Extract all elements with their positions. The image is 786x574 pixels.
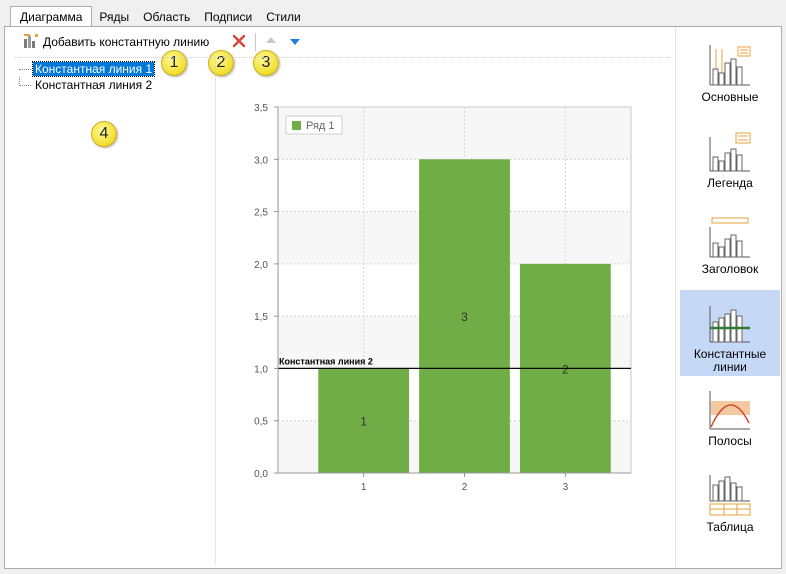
arrow-down-icon — [288, 34, 302, 51]
tab-strip: Диаграмма Ряды Область Подписи Стили — [10, 6, 308, 27]
y-tick-label: 0,5 — [254, 417, 268, 428]
delete-button[interactable] — [231, 31, 247, 53]
strips-chart-icon — [709, 391, 750, 430]
y-tick-label: 3,5 — [254, 103, 268, 114]
delete-icon — [231, 33, 247, 52]
table-chart-icon — [709, 475, 751, 516]
bar-data-label: 2 — [562, 362, 569, 376]
move-down-button[interactable] — [288, 31, 302, 53]
sidebar-item-label: Заголовок — [701, 262, 759, 276]
sidebar-item-constant-lines[interactable]: Константные линии — [680, 290, 780, 376]
y-tick-label: 3,0 — [254, 155, 268, 166]
legend-swatch — [292, 121, 301, 130]
sidebar-item-label: Таблица — [706, 520, 754, 534]
legend-entry: Ряд 1 — [306, 120, 335, 132]
toolbar: Добавить константную линию — [5, 27, 675, 57]
title-chart-icon — [709, 217, 750, 258]
y-tick-label: 1,0 — [254, 364, 268, 375]
constant-lines-tree: Константная линия 1 Константная линия 2 — [15, 61, 156, 93]
tree-item-label: Константная линия 1 — [31, 61, 156, 77]
arrow-up-icon — [264, 34, 278, 51]
y-tick-label: 0,0 — [254, 469, 268, 480]
y-tick-label: 1,5 — [254, 312, 268, 323]
chart-element-sidebar: Основные Легенда Заголовок Константные л… — [675, 27, 781, 568]
sidebar-item-strips[interactable]: Полосы — [680, 377, 780, 463]
tab-labels[interactable]: Подписи — [197, 8, 259, 27]
toolbar-divider — [15, 57, 670, 58]
constant-line-label: Константная линия 2 — [279, 356, 373, 366]
editor-area: Добавить константную линию 1 2 3 4 Конст… — [5, 27, 675, 568]
chart-preview: 0,0 0,5 1,0 1,5 2,0 2,5 3,0 3,5 1 3 2 Константная л… — [254, 103, 632, 493]
tab-series[interactable]: Ряды — [92, 8, 136, 27]
y-tick-label: 2,0 — [254, 260, 268, 271]
sidebar-item-legend[interactable]: Легенда — [680, 119, 780, 205]
legend-chart-icon — [709, 132, 751, 172]
callout-badge-1: 1 — [161, 50, 187, 76]
constant-lines-chart-icon — [709, 306, 750, 343]
x-tick-label: 3 — [563, 482, 569, 493]
sidebar-item-label: Легенда — [707, 176, 753, 190]
sidebar-item-table[interactable]: Таблица — [680, 463, 780, 549]
x-tick-label: 1 — [361, 482, 367, 493]
sidebar-item-label: Полосы — [708, 434, 752, 448]
tree-item-constant-line-1[interactable]: Константная линия 1 — [15, 61, 156, 77]
sidebar-item-title[interactable]: Заголовок — [680, 205, 780, 291]
callout-badge-2: 2 — [208, 50, 234, 76]
tab-panel: Добавить константную линию 1 2 3 4 Конст… — [4, 26, 782, 569]
tab-styles[interactable]: Стили — [259, 8, 308, 27]
tree-item-constant-line-2[interactable]: Константная линия 2 — [15, 77, 154, 93]
tab-diagram[interactable]: Диаграмма — [10, 6, 93, 27]
sidebar-item-label: Константные линии — [693, 347, 767, 374]
bar-data-label: 3 — [461, 310, 468, 324]
basic-chart-icon — [709, 45, 751, 86]
tree-divider — [215, 59, 216, 564]
sidebar-item-basic[interactable]: Основные — [680, 33, 780, 119]
callout-badge-4: 4 — [91, 121, 117, 147]
sidebar-item-label: Основные — [701, 90, 759, 104]
x-tick-label: 2 — [462, 482, 468, 493]
add-constant-line-label: Добавить константную линию — [43, 35, 210, 49]
y-tick-label: 2,5 — [254, 208, 268, 219]
callout-badge-3: 3 — [253, 50, 279, 76]
bar-data-label: 1 — [360, 415, 367, 429]
tree-item-label: Константная линия 2 — [35, 78, 153, 92]
toolbar-separator — [255, 33, 257, 51]
add-chart-icon — [23, 33, 39, 52]
add-constant-line-button[interactable]: Добавить константную линию — [23, 31, 209, 53]
tab-area[interactable]: Область — [136, 8, 197, 27]
